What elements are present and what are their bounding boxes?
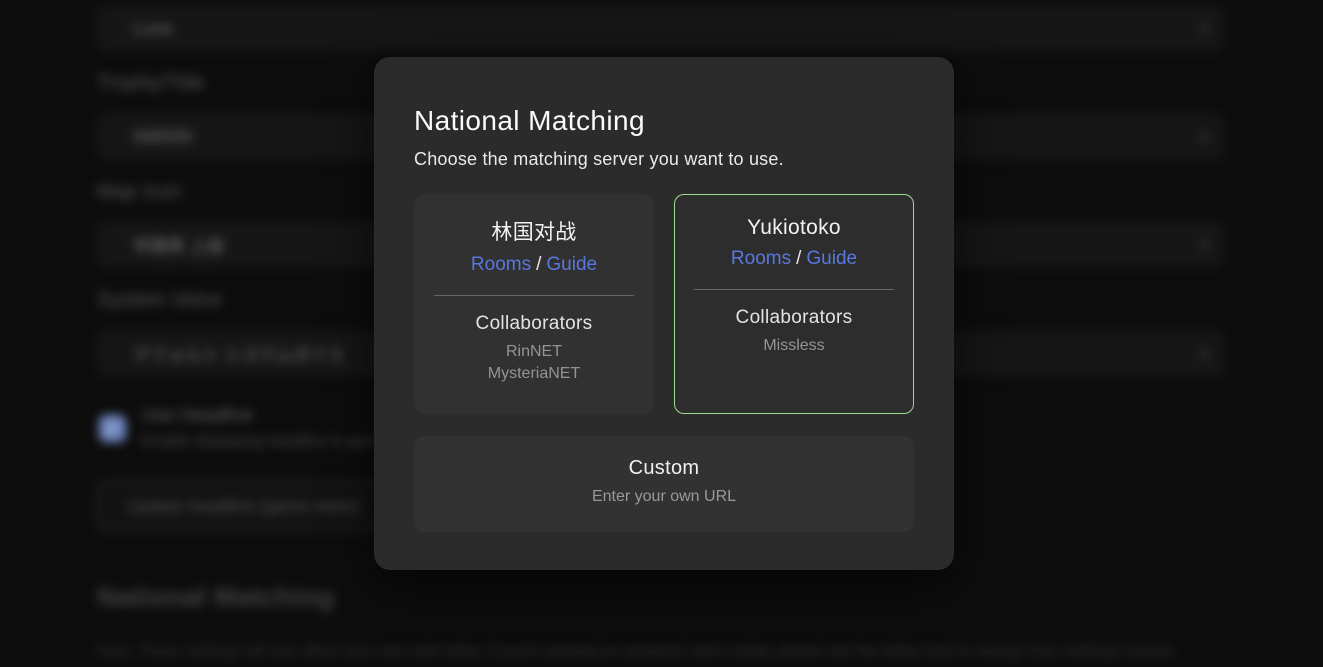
guide-link[interactable]: Guide — [806, 248, 857, 269]
link-separator: / — [796, 248, 801, 269]
setting-label-trophy: Trophy/Title — [97, 72, 205, 95]
server-options-row: 林国对战 Rooms/Guide Collaborators RinNET My… — [414, 194, 914, 414]
collaborator-name: RinNET — [414, 342, 654, 362]
chevron-right-icon[interactable]: › — [1201, 342, 1208, 364]
collaborator-name: MysteriaNET — [414, 364, 654, 384]
chevron-right-icon[interactable]: › — [1201, 233, 1208, 255]
setting-value: 学園祭 上級 — [133, 232, 225, 257]
collaborators-label: Collaborators — [414, 313, 654, 335]
rooms-link[interactable]: Rooms — [471, 254, 531, 275]
collaborator-name: Missless — [675, 336, 913, 356]
setting-value: 588008 — [133, 127, 192, 147]
headline-checkbox-label: Use Headline — [142, 404, 253, 426]
chevron-right-icon[interactable]: › — [1201, 125, 1208, 147]
setting-label-system-voice: System Voice — [97, 289, 222, 312]
national-matching-note: Note: These settings will only affect yo… — [97, 643, 1230, 661]
server-card-linguo[interactable]: 林国对战 Rooms/Guide Collaborators RinNET My… — [414, 194, 654, 414]
collaborators-label: Collaborators — [675, 307, 913, 329]
custom-server-card[interactable]: Custom Enter your own URL — [414, 436, 914, 532]
chevron-right-icon[interactable]: › — [1201, 17, 1208, 39]
card-divider — [434, 295, 634, 296]
custom-server-title: Custom — [414, 457, 914, 480]
update-headline-button-label: Update headline (game news) — [127, 496, 360, 517]
server-links: Rooms/Guide — [414, 254, 654, 276]
card-divider — [694, 289, 894, 290]
custom-server-subtitle: Enter your own URL — [414, 488, 914, 506]
server-name: 林国对战 — [414, 216, 654, 246]
server-card-yukiotoko-selected[interactable]: Yukiotoko Rooms/Guide Collaborators Miss… — [674, 194, 914, 414]
setting-input-row[interactable]: Luna › — [97, 5, 1224, 52]
link-separator: / — [536, 254, 541, 275]
setting-label-map-icon: Map Icon — [97, 181, 182, 204]
national-matching-dialog: National Matching Choose the matching se… — [374, 57, 954, 570]
server-name: Yukiotoko — [675, 216, 913, 240]
national-matching-section-title: National Matching — [97, 582, 335, 613]
setting-value: Luna — [133, 19, 172, 39]
dialog-title: National Matching — [414, 105, 914, 137]
rooms-link[interactable]: Rooms — [731, 248, 791, 269]
headline-checkbox[interactable]: ✓ — [99, 415, 126, 442]
setting-value: デフォルト システムボイス — [133, 341, 345, 366]
server-links: Rooms/Guide — [675, 248, 913, 270]
dialog-subtitle: Choose the matching server you want to u… — [414, 149, 914, 170]
guide-link[interactable]: Guide — [546, 254, 597, 275]
